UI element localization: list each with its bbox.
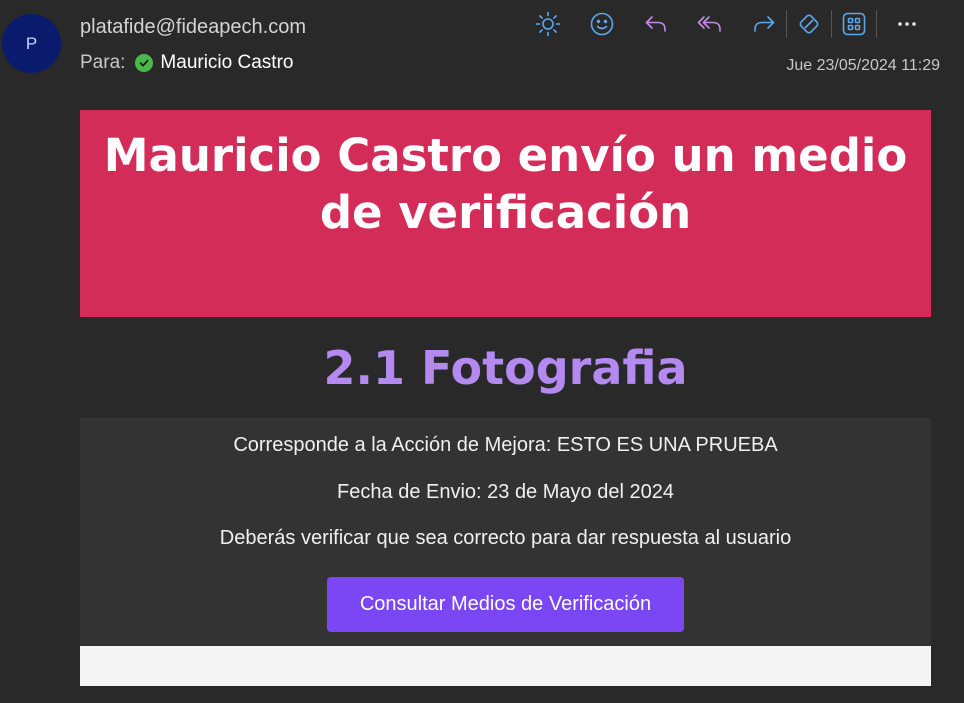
toolbar-divider	[786, 10, 787, 38]
instruction-line: Deberás verificar que sea correcto para …	[219, 527, 792, 549]
toolbar-divider	[831, 10, 832, 38]
message-header: P platafide@fideapech.com Para: Mauricio…	[0, 0, 964, 100]
date-line: Fecha de Envio: 23 de Mayo del 2024	[337, 481, 674, 503]
toolbar-divider	[876, 10, 877, 38]
consult-verification-button[interactable]: Consultar Medios de Verificación	[327, 577, 684, 632]
reply-icon[interactable]	[638, 6, 674, 42]
apps-icon[interactable]	[836, 6, 872, 42]
sender-address[interactable]: platafide@fideapech.com	[80, 16, 306, 39]
recipient-name[interactable]: Mauricio Castro	[160, 52, 293, 74]
sender-avatar[interactable]: P	[2, 14, 61, 73]
emoji-icon[interactable]	[584, 6, 620, 42]
verified-check-icon	[135, 54, 154, 72]
sun-icon[interactable]	[530, 6, 566, 42]
recipient-row: Para: Mauricio Castro	[80, 52, 293, 74]
to-label: Para:	[80, 52, 126, 73]
forward-icon[interactable]	[746, 6, 782, 42]
info-box: Corresponde a la Acción de Mejora: ESTO …	[80, 418, 931, 646]
footer-strip	[80, 646, 931, 686]
section-subtitle: 2.1 Fotografia	[323, 341, 688, 395]
message-toolbar	[530, 6, 925, 42]
more-icon[interactable]	[889, 6, 925, 42]
message-date: Jue 23/05/2024 11:29	[786, 57, 940, 74]
banner-title: Mauricio Castro envío un medio de verifi…	[103, 129, 908, 239]
action-line: Corresponde a la Acción de Mejora: ESTO …	[233, 434, 778, 456]
title-banner: Mauricio Castro envío un medio de verifi…	[80, 110, 931, 317]
sticker-icon[interactable]	[791, 6, 827, 42]
reply-all-icon[interactable]	[692, 6, 728, 42]
